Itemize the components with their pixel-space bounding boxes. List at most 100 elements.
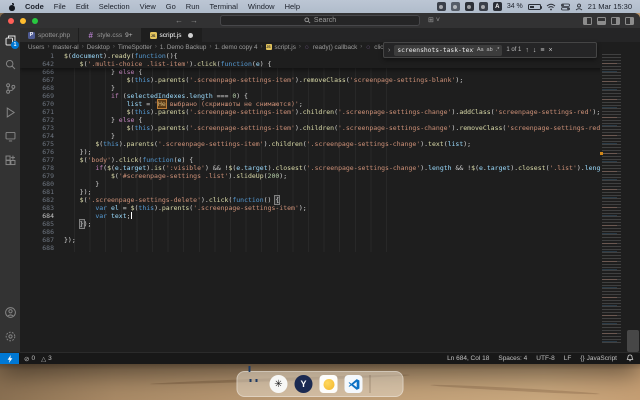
layout-settings-icon[interactable]: ⊞ ˅ <box>428 16 440 25</box>
minimap[interactable] <box>600 52 625 352</box>
cyberduck-icon <box>319 375 338 393</box>
breadcrumb-item[interactable]: script.js <box>275 44 296 51</box>
customize-layout-icon[interactable] <box>625 16 634 25</box>
line-number: 684 <box>42 212 54 220</box>
search-icon <box>304 17 311 24</box>
close-find-icon[interactable]: × <box>548 47 552 54</box>
dock-finder[interactable] <box>245 375 263 393</box>
breadcrumb-item[interactable]: 1. demo copy 4 <box>214 44 257 51</box>
minimize-window-button[interactable] <box>20 17 26 24</box>
toggle-sidebar-icon[interactable] <box>583 16 592 25</box>
tab-style.css[interactable]: style.css9+ <box>79 28 142 42</box>
next-match-icon[interactable]: ↓ <box>533 47 537 54</box>
navigate-forward-icon[interactable]: → <box>190 16 198 25</box>
close-window-button[interactable] <box>8 17 14 24</box>
code-line-672: 672 } else { <box>20 116 640 124</box>
scrollbar-slider[interactable] <box>627 330 639 352</box>
line-number: 685 <box>42 220 54 228</box>
menubar-app-icon[interactable] <box>464 2 474 11</box>
line-number: 667 <box>42 76 54 84</box>
breadcrumb-item[interactable]: Users <box>28 44 44 51</box>
toggle-secondary-sidebar-icon[interactable] <box>611 16 620 25</box>
dock-vscode[interactable] <box>344 375 363 393</box>
line-number: 683 <box>42 204 54 212</box>
encoding[interactable]: UTF-8 <box>536 355 554 362</box>
dock-cyberduck[interactable] <box>319 375 338 393</box>
input-source-icon[interactable]: A <box>492 2 502 11</box>
menu-item-go[interactable]: Go <box>161 2 181 11</box>
accounts-icon[interactable] <box>2 304 18 320</box>
source-control-icon[interactable] <box>2 80 18 96</box>
indentation[interactable]: Spaces: 4 <box>498 355 527 362</box>
menu-item-window[interactable]: Window <box>243 2 280 11</box>
menu-item-view[interactable]: View <box>135 2 161 11</box>
eol-sequence[interactable]: LF <box>564 355 572 362</box>
match-case-icon[interactable]: Aa <box>477 47 484 53</box>
tab-spotter.php[interactable]: spotter.php <box>20 28 80 42</box>
problems-errors[interactable]: ⊘ 0 <box>24 355 35 363</box>
extensions-icon[interactable] <box>2 152 18 168</box>
run-debug-icon[interactable] <box>2 104 18 120</box>
menu-item-help[interactable]: Help <box>280 2 305 11</box>
breadcrumb-separator: › <box>209 44 212 50</box>
line-number: 682 <box>42 196 54 204</box>
breadcrumb-item[interactable]: Desktop <box>87 44 110 51</box>
cursor-position[interactable]: Ln 684, Col 18 <box>447 355 489 362</box>
regex-icon[interactable]: .* <box>496 47 500 53</box>
command-center-search[interactable]: Search <box>220 15 420 26</box>
code-editor[interactable]: 1 $(document).ready(function(){642 $('.mu… <box>20 52 640 352</box>
menu-app-name[interactable]: Code <box>20 2 49 11</box>
dock-chatgpt[interactable] <box>269 375 288 393</box>
toggle-replace-icon[interactable]: › <box>388 47 390 54</box>
scrollbar-track[interactable] <box>625 52 640 352</box>
navigate-back-icon[interactable]: ← <box>175 16 183 25</box>
code-line-668: 668 } <box>20 84 640 92</box>
breadcrumb-item[interactable]: TimeSpotter <box>118 44 152 51</box>
whole-word-icon[interactable]: ab <box>487 47 493 53</box>
code-line-683: 683 var el = $(this).parents('.screenpag… <box>20 204 640 212</box>
tab-script.js[interactable]: script.js <box>141 28 202 42</box>
browser-icon <box>294 375 313 393</box>
find-input[interactable]: screenshots-task-text Aa ab .* <box>394 44 503 56</box>
language-mode[interactable]: {} JavaScript <box>580 355 617 362</box>
breadcrumb-item[interactable]: ready() callback <box>313 44 357 51</box>
previous-match-icon[interactable]: ↑ <box>525 47 529 54</box>
explorer-icon[interactable]: 1 <box>2 32 19 49</box>
window-title-bar[interactable]: ← → Search ⊞ ˅ <box>0 13 640 28</box>
menubar-app-icon[interactable] <box>478 2 488 11</box>
macos-dock <box>236 371 404 397</box>
chatgpt-icon <box>269 375 288 393</box>
notifications-bell-icon[interactable] <box>626 354 634 364</box>
problems-warnings[interactable]: △ 3 <box>41 355 52 363</box>
dock-trash[interactable] <box>378 375 396 393</box>
menubar-app-icon[interactable] <box>436 2 446 11</box>
line-number: 678 <box>42 164 54 172</box>
menu-item-edit[interactable]: Edit <box>71 2 94 11</box>
dock-browser[interactable] <box>294 375 313 393</box>
search-view-icon[interactable] <box>2 56 18 72</box>
zoom-window-button[interactable] <box>32 17 38 24</box>
breadcrumb-item[interactable]: 1. Demo Backup <box>160 44 207 51</box>
menu-item-run[interactable]: Run <box>181 2 205 11</box>
toggle-panel-icon[interactable] <box>597 16 606 25</box>
tab-label: style.css <box>97 31 123 39</box>
menubar-app-icon[interactable] <box>450 2 460 11</box>
user-icon[interactable] <box>575 3 583 11</box>
wifi-icon[interactable] <box>546 3 556 11</box>
apple-menu-icon[interactable] <box>8 2 16 11</box>
method-icon <box>365 44 371 50</box>
settings-gear-icon[interactable] <box>2 328 18 344</box>
remote-indicator[interactable] <box>0 353 19 364</box>
css-file-icon <box>87 32 94 39</box>
control-center-icon[interactable] <box>560 3 570 11</box>
find-in-selection-icon[interactable]: ≡ <box>540 47 544 54</box>
vscode-window: ← → Search ⊞ ˅ 1 P spotter.php # style.c… <box>0 13 640 364</box>
menu-item-terminal[interactable]: Terminal <box>205 2 243 11</box>
battery-icon[interactable] <box>527 3 543 10</box>
menubar-clock[interactable]: 21 Mar 15:30 <box>588 2 634 11</box>
remote-explorer-icon[interactable] <box>2 128 18 144</box>
menu-item-selection[interactable]: Selection <box>94 2 135 11</box>
menu-item-file[interactable]: File <box>49 2 71 11</box>
breadcrumb-item[interactable]: master-al <box>52 44 78 51</box>
line-number: 676 <box>42 148 54 156</box>
